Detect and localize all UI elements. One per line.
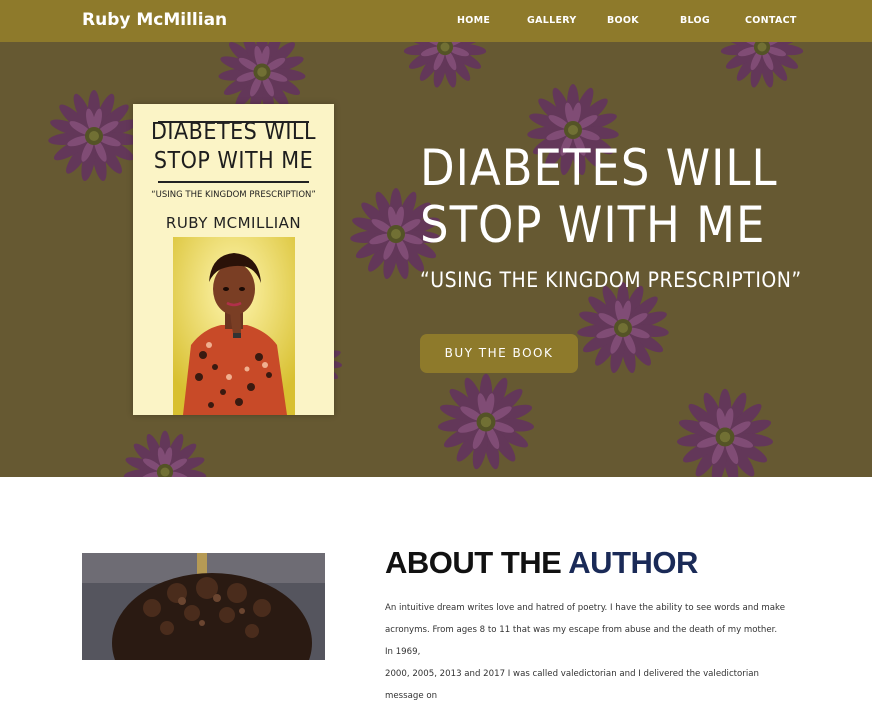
about-line-3: 2000, 2005, 2013 and 2017 I was called v… [385,669,759,701]
buy-the-book-button[interactable]: BUY THE BOOK [420,334,578,373]
nav-book[interactable]: BOOK [607,15,639,26]
top-nav-bar: Ruby McMillian HOME GALLERY BOOK BLOG CO… [0,0,872,42]
hero-title-line1: DIABETES WILL [420,139,778,197]
hero-section [0,42,872,477]
cover-author: RUBY MCMILLIAN [165,214,302,232]
about-heading-text: ABOUT THE [385,545,569,580]
nav-blog[interactable]: BLOG [680,15,710,26]
cover-rule-bottom [158,181,309,183]
cover-tagline: “USING THE KINGDOM PRESCRIPTION” [151,190,316,200]
site-brand[interactable]: Ruby McMillian [82,10,227,30]
cover-title-line2: STOP WITH ME [153,148,314,174]
nav-gallery[interactable]: GALLERY [527,15,577,26]
about-heading: ABOUT THE AUTHOR [385,545,698,581]
hero-title-line2: STOP WITH ME [420,196,766,254]
hero-subtitle: “USING THE KINGDOM PRESCRIPTION” [420,268,802,292]
about-line-1: An intuitive dream writes love and hatre… [385,603,785,613]
nav-home[interactable]: HOME [457,15,490,26]
cover-rule-top [158,121,309,123]
hero-overlay [0,42,872,477]
nav-contact[interactable]: CONTACT [745,15,797,26]
book-cover[interactable]: DIABETES WILL STOP WITH ME “USING THE KI… [133,104,334,415]
cover-title: DIABETES WILL STOP WITH ME [133,118,334,176]
about-heading-accent: AUTHOR [568,545,698,580]
author-photo [82,553,325,660]
about-paragraph: An intuitive dream writes love and hatre… [385,597,785,707]
hero-title: DIABETES WILL STOP WITH ME [420,140,840,254]
cover-author-photo [173,237,295,415]
about-line-2: acronyms. From ages 8 to 11 that was my … [385,625,778,657]
